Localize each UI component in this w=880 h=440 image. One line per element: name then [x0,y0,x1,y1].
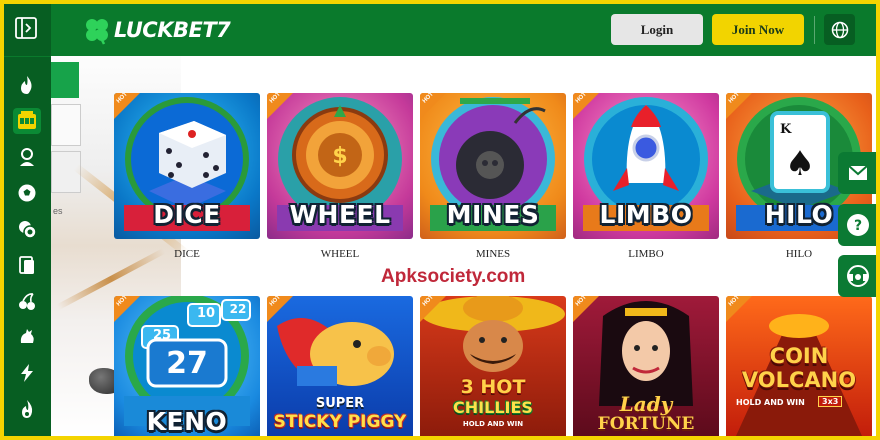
banner-panel [51,104,81,146]
game-subtitle: HOLD AND WIN [462,420,524,428]
keno-number: 10 [196,306,216,321]
keno-number: 27 [166,346,208,381]
support-chat-button[interactable] [838,255,876,297]
login-button[interactable]: Login [611,14,703,45]
game-title: SUPER [315,396,365,411]
keno-number: 22 [229,302,247,316]
game-caption-dice[interactable]: DICE [114,248,260,260]
sidebar-item-fruits[interactable] [13,288,41,314]
app-frame: es HOT DICE DICE $ HOT WHEEL WHEEL HOT M… [4,4,876,436]
sidebar-divider [4,56,51,57]
game-title: CHILLIES [453,398,533,417]
slot-machine-icon [18,111,36,129]
help-button[interactable]: ? [838,204,876,246]
support-chat-icon [847,265,869,287]
banner-edge [51,62,79,98]
game-title: VOLCANO [741,368,857,392]
contact-mail-button[interactable] [838,152,876,194]
lightning-icon [21,364,33,382]
game-card-mines[interactable]: HOT MINES [420,93,566,239]
game-caption-wheel[interactable]: WHEEL [267,248,413,260]
sidebar-item-sports[interactable] [13,180,41,206]
svg-text:$: $ [332,144,347,169]
mail-icon [848,165,868,180]
soccer-ball-icon [18,184,36,202]
game-title: 3 HOT [460,376,526,398]
sidebar-item-casino[interactable] [13,216,41,242]
top-header: LUCKBET7 Login Join Now [4,4,876,56]
game-badge: 3x3 [818,396,843,407]
game-card-sticky-piggy[interactable]: SUPER STICKY PIGGY HOT [267,296,413,436]
game-card-limbo[interactable]: HOT LIMBO [573,93,719,239]
sidebar-item-cards[interactable] [13,252,41,278]
help-icon: ? [847,214,869,236]
sidebar-item-quick[interactable] [13,360,41,386]
sidebar-item-slots[interactable] [13,108,41,134]
live-dealer-icon [20,148,34,166]
flame-icon [22,400,33,418]
game-caption-mines[interactable]: MINES [420,248,566,260]
game-title: FORTUNE [597,414,695,434]
watermark-text: Apksociety.com [381,266,526,287]
game-title: STICKY PIGGY [273,412,407,432]
language-button[interactable] [824,14,855,45]
sidebar-item-cockfight[interactable] [13,324,41,350]
fire-icon [21,76,32,94]
cards-icon [19,256,34,274]
join-now-button[interactable]: Join Now [712,14,804,45]
brand-name: LUCKBET7 [114,18,231,42]
game-caption-limbo[interactable]: LIMBO [573,248,719,260]
brand-name-part: LUCK [114,18,173,42]
sidebar-item-live[interactable] [13,144,41,170]
game-card-coin-volcano[interactable]: COIN VOLCANO HOLD AND WIN 3x3 HOT [726,296,872,436]
game-title: Lady [619,392,673,416]
sidebar-item-trending[interactable] [13,396,41,422]
svg-text:K: K [780,122,792,137]
keno-number: 25 [152,328,172,343]
game-title: COIN [769,344,829,368]
brand-logo[interactable]: LUCKBET7 [82,14,231,46]
svg-text:?: ? [854,218,862,234]
game-title: MINES [446,200,540,229]
game-card-keno[interactable]: 25 10 22 27 HOT KENO [114,296,260,436]
game-card-lady-fortune[interactable]: Lady FORTUNE HOT [573,296,719,436]
game-title: KENO [146,407,228,436]
sidebar-item-hot[interactable] [13,72,41,98]
cherries-icon [19,293,35,310]
game-subtitle: HOLD AND WIN [736,398,805,407]
globe-icon [831,21,848,38]
banner-text: es [53,206,63,216]
header-divider [814,16,815,44]
brand-name-part: BET7 [172,18,231,42]
rooster-icon [20,329,34,343]
game-title: DICE [153,200,221,229]
game-card-3-hot-chillies[interactable]: 3 HOT CHILLIES HOLD AND WIN HOT [420,296,566,436]
panel-toggle-icon[interactable] [14,16,38,40]
svg-text:♠: ♠ [785,144,815,184]
game-card-dice[interactable]: HOT DICE [114,93,260,239]
sidebar [4,4,51,436]
clover-icon [86,19,108,45]
game-title: LIMBO [599,200,693,229]
casino-chip-icon [19,221,37,239]
game-title: WHEEL [289,200,391,229]
main-content: es HOT DICE DICE $ HOT WHEEL WHEEL HOT M… [51,56,876,436]
game-card-wheel[interactable]: $ HOT WHEEL [267,93,413,239]
